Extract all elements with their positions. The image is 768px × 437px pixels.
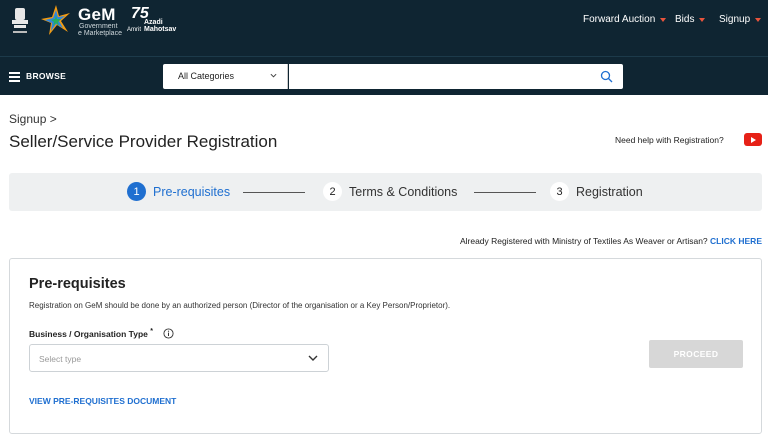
- chevron-down-icon: [270, 73, 277, 78]
- business-type-select[interactable]: Select type: [29, 344, 329, 372]
- nav-signup[interactable]: Signup: [719, 14, 762, 25]
- step-divider: [474, 192, 536, 193]
- textiles-registered-note: Already Registered with Ministry of Text…: [460, 236, 762, 246]
- hamburger-icon[interactable]: [9, 72, 20, 82]
- gem-star-logo-icon[interactable]: [40, 4, 72, 36]
- azadi-logo-text-1: Azadi: [144, 19, 163, 26]
- step-divider: [243, 192, 305, 193]
- category-select[interactable]: All Categories: [163, 64, 288, 89]
- chevron-down-icon: [308, 355, 318, 361]
- nav-bids[interactable]: Bids: [675, 14, 706, 25]
- gem-subtitle-government: Government: [79, 23, 118, 30]
- azadi-logo-text-2: Amrit: [127, 27, 141, 33]
- step-number: 1: [127, 182, 146, 201]
- registration-stepper: 1 Pre-requisites 2 Terms & Conditions 3 …: [9, 173, 762, 211]
- browse-button[interactable]: BROWSE: [26, 71, 66, 81]
- top-header: GeM Government e Marketplace 75 Azadi Am…: [0, 0, 768, 57]
- step-registration: 3 Registration: [550, 182, 643, 201]
- step-number: 2: [323, 182, 342, 201]
- national-emblem-icon: [12, 8, 28, 33]
- card-description: Registration on GeM should be done by an…: [29, 301, 451, 310]
- search-icon[interactable]: [600, 70, 613, 83]
- business-type-placeholder: Select type: [39, 354, 82, 364]
- page-title: Seller/Service Provider Registration: [9, 132, 278, 151]
- youtube-icon[interactable]: [744, 133, 762, 146]
- nav-forward-auction[interactable]: Forward Auction: [583, 14, 667, 25]
- gem-subtitle-marketplace: e Marketplace: [78, 30, 122, 37]
- required-mark: *: [150, 328, 153, 335]
- nav-signup-label: Signup: [719, 14, 751, 25]
- breadcrumb[interactable]: Signup >: [9, 112, 57, 126]
- step-number: 3: [550, 182, 569, 201]
- browse-bar: BROWSE All Categories: [0, 57, 768, 95]
- chevron-down-icon: [755, 17, 762, 22]
- step-label: Registration: [576, 184, 643, 199]
- nav-forward-auction-label: Forward Auction: [583, 14, 656, 25]
- step-pre-requisites: 1 Pre-requisites: [127, 182, 230, 201]
- view-prerequisites-document-link[interactable]: VIEW PRE-REQUISITES DOCUMENT: [29, 396, 176, 406]
- nav-bids-label: Bids: [675, 14, 695, 25]
- textiles-text: Already Registered with Ministry of Text…: [459, 236, 708, 246]
- card-title: Pre-requisites: [29, 276, 126, 292]
- step-label: Terms & Conditions: [349, 184, 458, 199]
- info-icon[interactable]: [163, 328, 174, 339]
- azadi-logo-text-3: Mahotsav: [144, 26, 177, 33]
- step-label: Pre-requisites: [153, 184, 231, 199]
- step-terms: 2 Terms & Conditions: [323, 182, 457, 201]
- business-type-label-text: Business / Organisation Type: [29, 328, 148, 339]
- category-select-value: All Categories: [178, 71, 235, 81]
- textiles-click-here-link[interactable]: CLICK HERE: [710, 236, 762, 246]
- prerequisites-card: Pre-requisites Registration on GeM shoul…: [9, 258, 762, 434]
- search-input[interactable]: [289, 64, 623, 89]
- gem-title[interactable]: GeM: [78, 5, 116, 25]
- proceed-button[interactable]: PROCEED: [649, 340, 743, 368]
- business-type-label: Business / Organisation Type *: [29, 328, 153, 339]
- help-registration-link[interactable]: Need help with Registration?: [615, 135, 724, 145]
- chevron-down-icon: [699, 17, 706, 22]
- chevron-down-icon: [660, 17, 667, 22]
